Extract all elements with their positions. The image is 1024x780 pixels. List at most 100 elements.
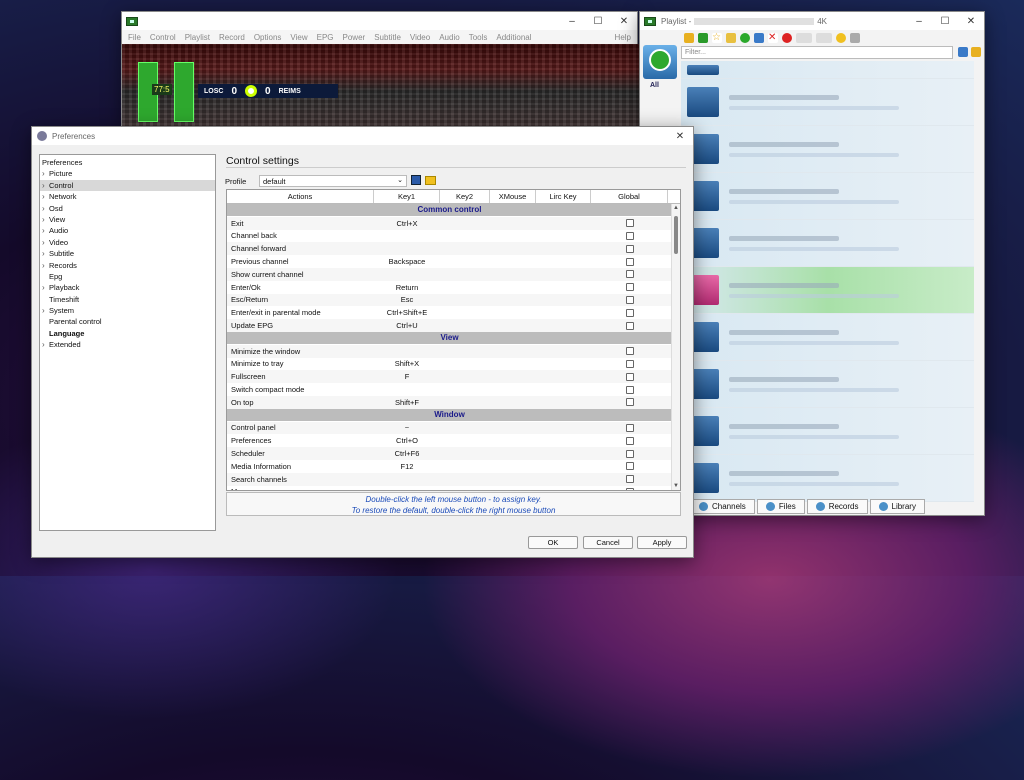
global-checkbox[interactable] <box>625 475 634 484</box>
menu-file[interactable]: File <box>128 33 141 42</box>
channel-item[interactable] <box>681 173 974 220</box>
key1-cell[interactable]: Shift+X <box>374 359 440 368</box>
minimize-icon[interactable]: – <box>559 16 585 27</box>
global-checkbox[interactable] <box>625 244 634 253</box>
table-row[interactable]: Channel back <box>227 230 672 243</box>
scroll-thumb[interactable] <box>674 216 678 254</box>
menu-view[interactable]: View <box>290 33 307 42</box>
table-row[interactable]: Minimize to tray Shift+X <box>227 358 672 371</box>
menu-help[interactable]: Help <box>615 33 631 42</box>
save-icon[interactable] <box>411 175 421 185</box>
tree-item-timeshift[interactable]: Timeshift <box>40 294 215 305</box>
tab-library[interactable]: Library <box>869 499 925 514</box>
layout-icon[interactable] <box>816 33 832 43</box>
lock-icon[interactable] <box>850 33 860 43</box>
global-checkbox[interactable] <box>625 436 634 445</box>
tree-item-audio[interactable]: Audio <box>40 225 215 237</box>
table-row[interactable]: Switch compact mode <box>227 383 672 396</box>
tree-item-playback[interactable]: Playback <box>40 282 215 294</box>
tab-records[interactable]: Records <box>806 499 868 514</box>
refresh-icon[interactable] <box>698 33 708 43</box>
move-icon[interactable] <box>754 33 764 43</box>
column-header-xmouse[interactable]: XMouse <box>490 190 536 203</box>
view-mode-icon[interactable] <box>796 33 812 43</box>
global-checkbox[interactable] <box>625 359 634 368</box>
add-icon[interactable] <box>740 33 750 43</box>
table-row[interactable]: Channel forward <box>227 242 672 256</box>
menu-audio[interactable]: Audio <box>439 33 459 42</box>
key1-cell[interactable]: Shift+F <box>374 398 440 407</box>
key1-cell[interactable]: Ctrl+F6 <box>374 449 440 458</box>
cancel-button[interactable]: Cancel <box>583 536 633 549</box>
tree-item-subtitle[interactable]: Subtitle <box>40 248 215 260</box>
all-group-button[interactable] <box>643 45 677 79</box>
global-checkbox[interactable] <box>625 398 634 407</box>
channel-item[interactable] <box>681 314 974 361</box>
channel-item[interactable] <box>681 455 974 502</box>
channel-item[interactable] <box>681 361 974 408</box>
channel-item[interactable] <box>681 61 974 79</box>
global-checkbox[interactable] <box>625 283 634 292</box>
column-header-global[interactable]: Global <box>591 190 668 203</box>
tree-item-records[interactable]: Records <box>40 260 215 272</box>
channel-item[interactable] <box>681 79 974 126</box>
menu-record[interactable]: Record <box>219 33 245 42</box>
column-header-lirc-key[interactable]: Lirc Key <box>536 190 591 203</box>
tree-item-epg[interactable]: Epg <box>40 271 215 282</box>
table-row[interactable]: Control panel ~ <box>227 421 672 435</box>
maximize-icon[interactable]: ☐ <box>585 16 611 27</box>
tree-item-control[interactable]: Control <box>40 179 215 192</box>
table-row[interactable]: Update EPG Ctrl+U <box>227 319 672 332</box>
channel-item[interactable] <box>681 220 974 267</box>
folder-icon[interactable] <box>684 33 694 43</box>
column-header-key1[interactable]: Key1 <box>374 190 440 203</box>
global-checkbox[interactable] <box>625 462 634 471</box>
table-row[interactable]: Previous channel Backspace <box>227 255 672 268</box>
filter-clear-icon[interactable] <box>958 47 968 57</box>
global-checkbox[interactable] <box>625 257 634 266</box>
star-icon[interactable]: ☆ <box>712 33 722 43</box>
maximize-icon[interactable]: ☐ <box>932 16 958 27</box>
tab-channels[interactable]: Channels <box>690 499 755 514</box>
table-row[interactable]: Exit Ctrl+X <box>227 216 672 230</box>
menu-control[interactable]: Control <box>150 33 176 42</box>
delete-icon[interactable]: ✕ <box>768 33 778 43</box>
table-row[interactable]: Minimize the window <box>227 344 672 358</box>
filter-input[interactable]: Filter... <box>681 46 953 59</box>
menu-power[interactable]: Power <box>343 33 366 42</box>
help-icon[interactable] <box>836 33 846 43</box>
menu-epg[interactable]: EPG <box>317 33 334 42</box>
tree-item-video[interactable]: Video <box>40 237 215 249</box>
tree-item-picture[interactable]: Picture <box>40 168 215 180</box>
tab-files[interactable]: Files <box>756 499 805 514</box>
global-checkbox[interactable] <box>625 423 634 432</box>
key1-cell[interactable]: Return <box>374 283 440 292</box>
menu-subtitle[interactable]: Subtitle <box>374 33 401 42</box>
ok-button[interactable]: OK <box>528 536 578 549</box>
close-icon[interactable]: ✕ <box>667 131 693 142</box>
global-checkbox[interactable] <box>625 449 634 458</box>
global-checkbox[interactable] <box>625 231 634 240</box>
menu-tools[interactable]: Tools <box>469 33 488 42</box>
menu-playlist[interactable]: Playlist <box>185 33 210 42</box>
global-checkbox[interactable] <box>625 321 634 330</box>
profile-select[interactable]: default ⌄ <box>259 175 407 187</box>
global-checkbox[interactable] <box>625 347 634 356</box>
global-checkbox[interactable] <box>625 308 634 317</box>
column-header-actions[interactable]: Actions <box>227 190 374 203</box>
tree-item-parental-control[interactable]: Parental control <box>40 316 215 327</box>
tree-item-osd[interactable]: Osd <box>40 203 215 215</box>
key1-cell[interactable]: F <box>374 372 440 381</box>
table-scrollbar[interactable]: ▲ ▼ <box>671 204 680 490</box>
key1-cell[interactable]: ~ <box>374 423 440 432</box>
channel-item[interactable] <box>681 408 974 455</box>
table-row[interactable]: Preferences Ctrl+O <box>227 434 672 447</box>
tag-icon[interactable] <box>726 33 736 43</box>
menu-video[interactable]: Video <box>410 33 430 42</box>
tree-item-language[interactable]: Language <box>40 328 215 339</box>
key1-cell[interactable]: Ctrl+X <box>374 219 440 228</box>
key1-cell[interactable]: Ctrl+U <box>374 321 440 330</box>
menu-options[interactable]: Options <box>254 33 282 42</box>
global-checkbox[interactable] <box>625 219 634 228</box>
table-row[interactable]: Enter/Ok Return <box>227 281 672 294</box>
